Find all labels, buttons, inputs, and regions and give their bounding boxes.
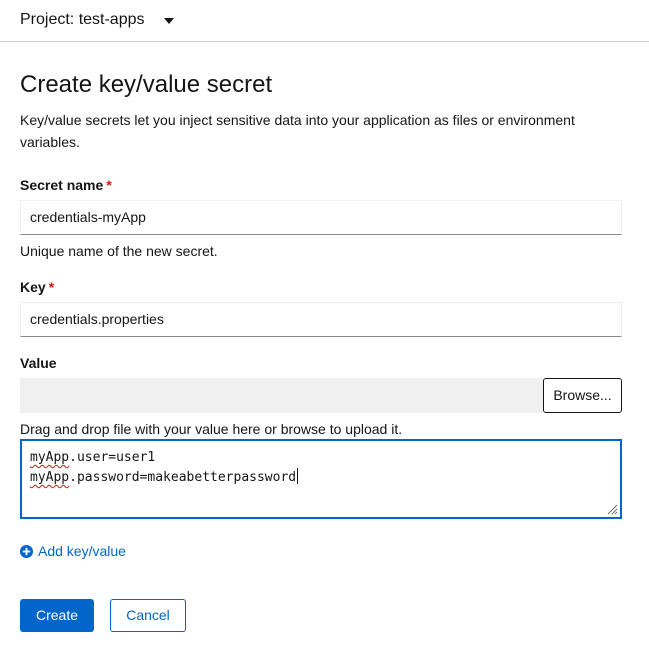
required-marker: * — [48, 279, 55, 295]
page-title: Create key/value secret — [20, 71, 273, 98]
key-label: Key * — [20, 279, 55, 295]
value-line-1: .user=user1 — [69, 450, 156, 465]
top-bar: Project: test-apps — [0, 0, 649, 42]
add-key-value-link[interactable]: Add key/value — [20, 543, 126, 559]
value-textarea[interactable]: myApp.user=user1 myApp.password=makeabet… — [20, 439, 622, 519]
cancel-button[interactable]: Cancel — [110, 599, 186, 632]
spell-error-word: myApp — [30, 450, 70, 465]
file-name-field[interactable] — [20, 378, 543, 413]
required-marker: * — [106, 177, 112, 193]
text-cursor — [297, 468, 299, 484]
secret-name-helper: Unique name of the new secret. — [20, 243, 218, 259]
plus-circle-icon — [20, 544, 33, 558]
add-key-value-label: Add key/value — [38, 543, 126, 559]
value-label: Value — [20, 355, 57, 371]
secret-name-label: Secret name * — [20, 177, 112, 193]
spell-error-word: myApp — [30, 470, 70, 485]
resize-grip-icon[interactable] — [606, 503, 618, 515]
value-line-2: .password=makeabetterpassword — [69, 470, 297, 485]
project-selector[interactable]: Project: test-apps — [20, 11, 174, 29]
project-label: Project: test-apps — [20, 11, 145, 28]
key-input[interactable]: credentials.properties — [20, 302, 622, 337]
browse-button[interactable]: Browse... — [543, 378, 622, 413]
value-helper: Drag and drop file with your value here … — [20, 421, 403, 437]
page-description: Key/value secrets let you inject sensiti… — [20, 112, 575, 150]
caret-down-icon — [163, 17, 174, 24]
create-button[interactable]: Create — [20, 599, 94, 632]
secret-name-input[interactable]: credentials-myApp — [20, 200, 622, 235]
